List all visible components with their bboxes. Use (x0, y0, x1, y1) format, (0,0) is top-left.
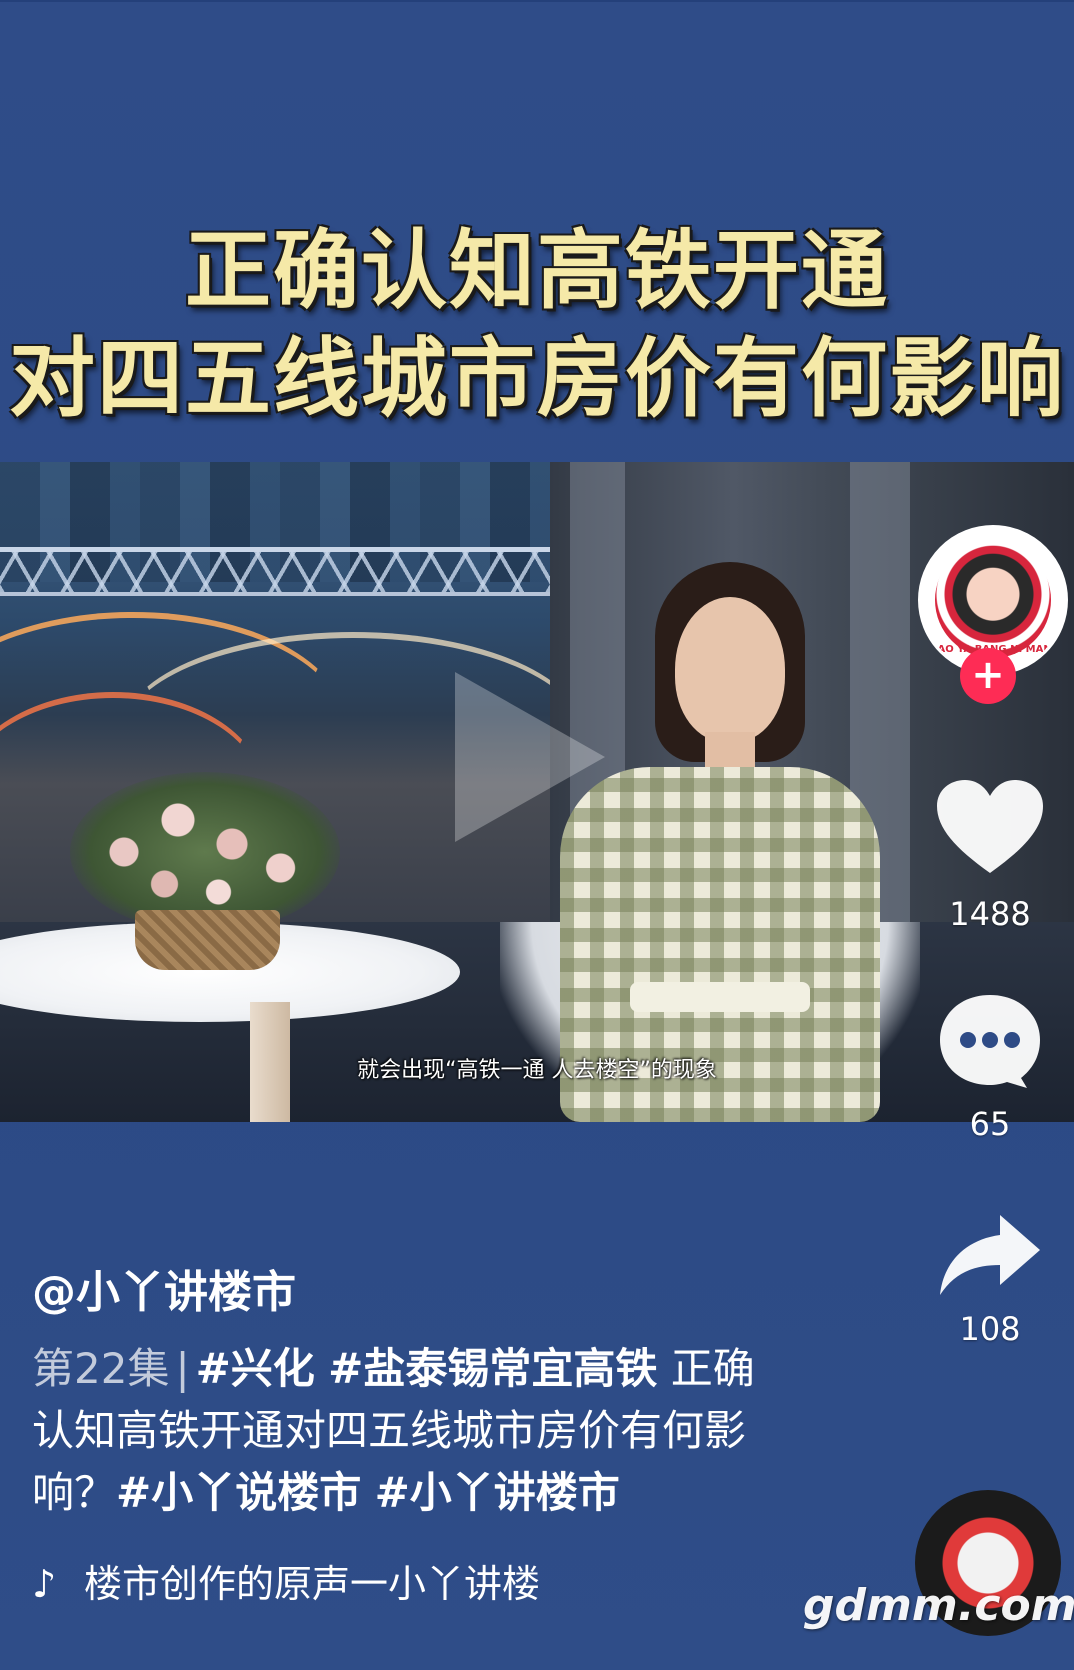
hashtag[interactable]: #兴化 (196, 1344, 315, 1393)
video-subtitle: 就会出现“高铁一通 人去楼空”的现象 (357, 1058, 717, 1083)
music-note-icon: ♪ (32, 1562, 57, 1606)
hashtag[interactable]: #小丫说楼市 (116, 1468, 361, 1517)
music-info[interactable]: ♪ 楼市创作的原声一小丫讲楼 (32, 1553, 540, 1608)
avatar-image (935, 542, 1051, 658)
like-count: 1488 (949, 895, 1031, 933)
hashtag[interactable]: #盐泰锡常宜高铁 (328, 1344, 657, 1393)
comment-count: 65 (969, 1105, 1011, 1143)
music-title: 楼市创作的原声一小丫讲楼 (84, 1562, 541, 1606)
play-icon[interactable] (455, 672, 605, 842)
headline-line-1: 正确认知高铁开通 (185, 221, 889, 321)
hashtag[interactable]: #小丫讲楼市 (375, 1468, 620, 1517)
video-player[interactable]: 就会出现“高铁一通 人去楼空”的现象 (0, 462, 1074, 1122)
author-handle[interactable]: @小丫讲楼市 (32, 1256, 296, 1320)
flower-arrangement (70, 772, 340, 932)
share-count: 108 (959, 1310, 1021, 1348)
status-bar-strip (0, 0, 1074, 2)
post-description[interactable]: 第22集 | #兴化 #盐泰锡常宜高铁 正确认知高铁开通对四五线城市房价有何影响？#… (32, 1338, 772, 1524)
comment-icon[interactable] (935, 990, 1045, 1090)
video-feed-screen: 正确认知高铁开通 对四五线城市房价有何影响 就会出现“高铁一通 人去楼空”的现象… (0, 0, 1074, 1670)
episode-label[interactable]: 第22集 (32, 1344, 169, 1393)
headline-line-2: 对四五线城市房价有何影响 (9, 329, 1065, 429)
heart-icon[interactable] (935, 778, 1045, 878)
presenter (560, 562, 880, 1122)
follow-button[interactable]: + (960, 648, 1016, 704)
bridge (0, 547, 550, 596)
watermark: gdmm.com (803, 1580, 1074, 1631)
flower-basket (135, 910, 280, 970)
share-icon[interactable] (935, 1210, 1045, 1300)
separator: | (175, 1344, 190, 1393)
